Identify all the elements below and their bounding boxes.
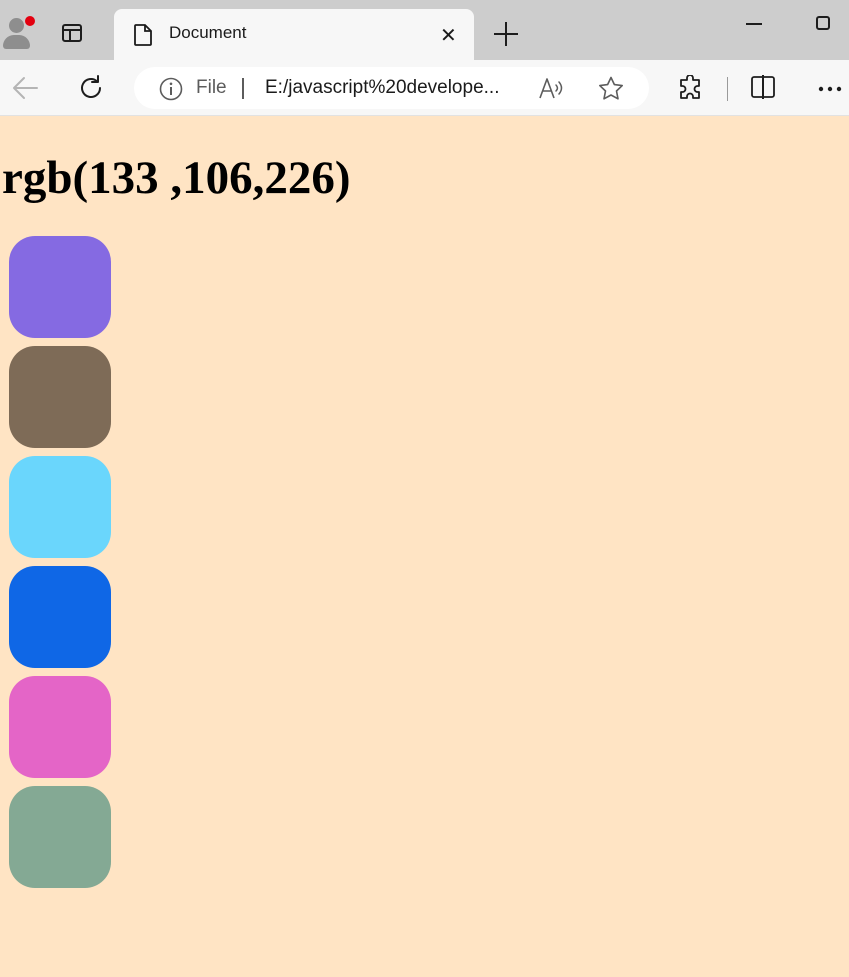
tab-actions-icon[interactable]	[62, 24, 82, 42]
title-bar: Document ✕	[0, 0, 849, 61]
color-swatch[interactable]	[9, 346, 111, 448]
color-swatch[interactable]	[9, 456, 111, 558]
new-tab-icon[interactable]	[493, 21, 519, 47]
address-scheme-label: File	[196, 77, 227, 98]
document-icon	[134, 24, 152, 46]
site-info-icon[interactable]	[159, 77, 183, 101]
maximize-icon[interactable]	[816, 16, 830, 30]
address-divider	[242, 78, 244, 99]
toolbar-divider	[727, 77, 728, 101]
more-options-icon[interactable]	[818, 86, 842, 92]
color-heading: rgb(133 ,106,226)	[2, 152, 351, 204]
read-aloud-icon[interactable]	[539, 77, 565, 99]
notification-dot	[24, 15, 36, 27]
split-screen-icon[interactable]	[750, 75, 776, 99]
navigation-toolbar: File E:/javascript%20develope...	[0, 60, 849, 116]
color-swatch[interactable]	[9, 786, 111, 888]
extensions-puzzle-icon[interactable]	[678, 75, 704, 101]
favorite-star-icon[interactable]	[598, 76, 624, 101]
back-arrow-icon[interactable]	[11, 75, 39, 101]
refresh-icon[interactable]	[77, 74, 105, 102]
tab-title: Document	[169, 23, 247, 42]
color-swatch[interactable]	[9, 236, 111, 338]
page-content: rgb(133 ,106,226)	[0, 116, 849, 977]
close-tab-icon[interactable]: ✕	[440, 25, 457, 45]
minimize-icon[interactable]	[746, 23, 762, 25]
address-url[interactable]: E:/javascript%20develope...	[265, 77, 499, 99]
profile-avatar-icon[interactable]	[0, 15, 36, 51]
address-bar[interactable]: File E:/javascript%20develope...	[134, 67, 649, 109]
color-swatch[interactable]	[9, 676, 111, 778]
tab-document[interactable]: Document ✕	[114, 9, 474, 61]
color-swatch-list	[9, 236, 111, 896]
color-swatch[interactable]	[9, 566, 111, 668]
